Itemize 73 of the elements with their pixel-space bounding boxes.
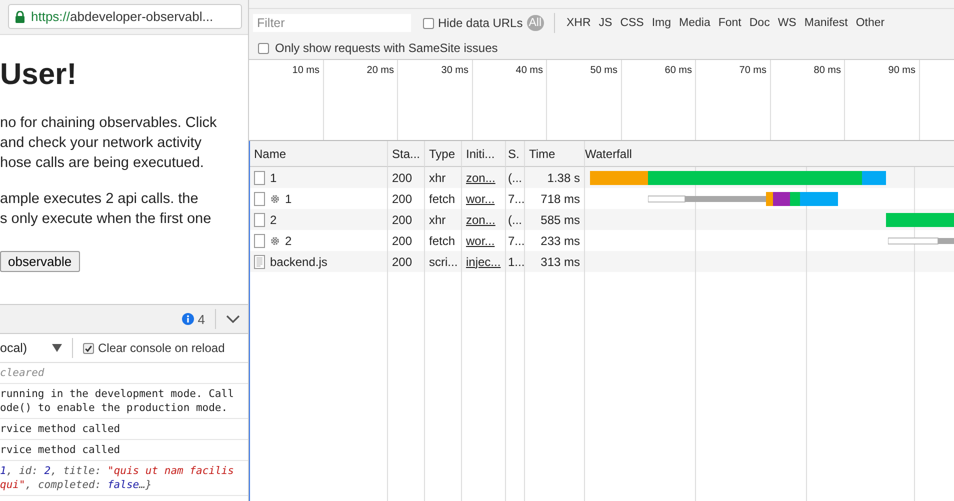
table-cell: scri... [425, 251, 462, 272]
column-header[interactable]: Type [425, 141, 462, 167]
table-cell: 200 [388, 167, 425, 188]
paragraph: no for chaining observables. Click and check your network activity hose calls are being executued. [0, 114, 218, 173]
table-cell: xhr [425, 209, 462, 230]
gear-icon [270, 194, 280, 204]
file-icon [254, 212, 265, 226]
address-bar[interactable]: https://abdeveloper-observabl... [8, 4, 242, 29]
name-cell[interactable]: 1 [250, 167, 388, 188]
checkbox-label: Clear console on reload [98, 341, 225, 355]
column-header[interactable]: Name [250, 141, 388, 167]
type-filter-button[interactable]: Doc [747, 15, 772, 31]
waterfall-bar [886, 212, 954, 226]
timeline-tick-label: 20 ms [366, 65, 394, 76]
type-filter-button[interactable]: Font [716, 15, 744, 31]
timeline-tick-label: 70 ms [739, 65, 766, 76]
info-icon [182, 313, 194, 325]
file-icon [254, 192, 265, 206]
checkbox[interactable] [258, 42, 269, 54]
column-header[interactable]: S. [506, 141, 525, 167]
column-header[interactable]: Waterfall [585, 141, 954, 167]
console-message: cleared [0, 363, 248, 384]
type-filter-button[interactable]: Img [650, 15, 674, 31]
type-filter-button[interactable]: JS [596, 15, 614, 31]
type-filter-button[interactable]: Manifest [802, 15, 850, 31]
dropdown-arrow-icon[interactable] [52, 344, 62, 352]
type-filter-button[interactable]: Other [854, 15, 887, 31]
checkbox-label: Only show requests with SameSite issues [275, 41, 498, 55]
table-cell: 200 [388, 209, 425, 230]
filter-field[interactable]: Filter [253, 14, 411, 32]
chevron-down-icon[interactable] [226, 315, 240, 323]
name-cell[interactable]: backend.js [250, 251, 388, 272]
table-cell: 1... [506, 251, 525, 272]
timeline-tick-label: 60 ms [664, 65, 692, 76]
timeline-tick-label: 90 ms [888, 65, 916, 76]
table-cell: (... [506, 167, 525, 188]
console-message: rvice method called [0, 419, 248, 440]
table-cell: 200 [388, 251, 425, 272]
checkbox-label: Hide data URLs [438, 16, 523, 30]
timeline-tick-label: 80 ms [814, 65, 841, 76]
type-filter-button[interactable]: Media [677, 15, 712, 31]
type-filter-button[interactable]: CSS [618, 15, 646, 31]
column-header[interactable]: Sta... [388, 141, 425, 167]
console-message: 1, id: 2, title: "quis ut nam facilis qui", completed: false…} [0, 461, 248, 496]
timeline-tick-label: 30 ms [441, 65, 468, 76]
table-cell: xhr [425, 167, 462, 188]
gear-icon [270, 236, 280, 246]
timeline-tick-label: 10 ms [292, 65, 320, 76]
checkbox[interactable] [83, 342, 94, 354]
console-message: running in the development mode. Call ode() to enable the production mode. [0, 384, 248, 419]
column-header[interactable]: Time [525, 141, 585, 167]
paragraph: ample executes 2 api calls. the s only execute when the first one [0, 190, 212, 229]
lock-icon [15, 10, 25, 22]
column-header[interactable]: Initi... [462, 141, 506, 167]
table-cell: (... [506, 209, 525, 230]
timeline-tick-label: 40 ms [516, 65, 543, 76]
observable-button[interactable]: observable [0, 251, 80, 272]
url-text: https://abdeveloper-observabl... [31, 9, 214, 24]
context-selector[interactable]: ocal) [0, 341, 48, 355]
type-filter-button[interactable]: XHR [564, 15, 593, 31]
initiator-link[interactable]: injec... [462, 251, 506, 272]
checkbox[interactable] [423, 18, 434, 28]
timeline-tick-label: 50 ms [590, 65, 618, 76]
file-icon [254, 170, 265, 184]
type-filter-button[interactable]: WS [776, 15, 798, 31]
initiator-link[interactable]: zon... [462, 167, 506, 188]
initiator-link[interactable]: zon... [462, 209, 506, 230]
page-heading: User! [0, 57, 78, 93]
info-count: 4 [198, 312, 205, 326]
name-cell[interactable]: 2 [250, 209, 388, 230]
document-icon [254, 254, 265, 268]
console-message: rvice method called [0, 440, 248, 461]
file-icon [254, 234, 265, 248]
